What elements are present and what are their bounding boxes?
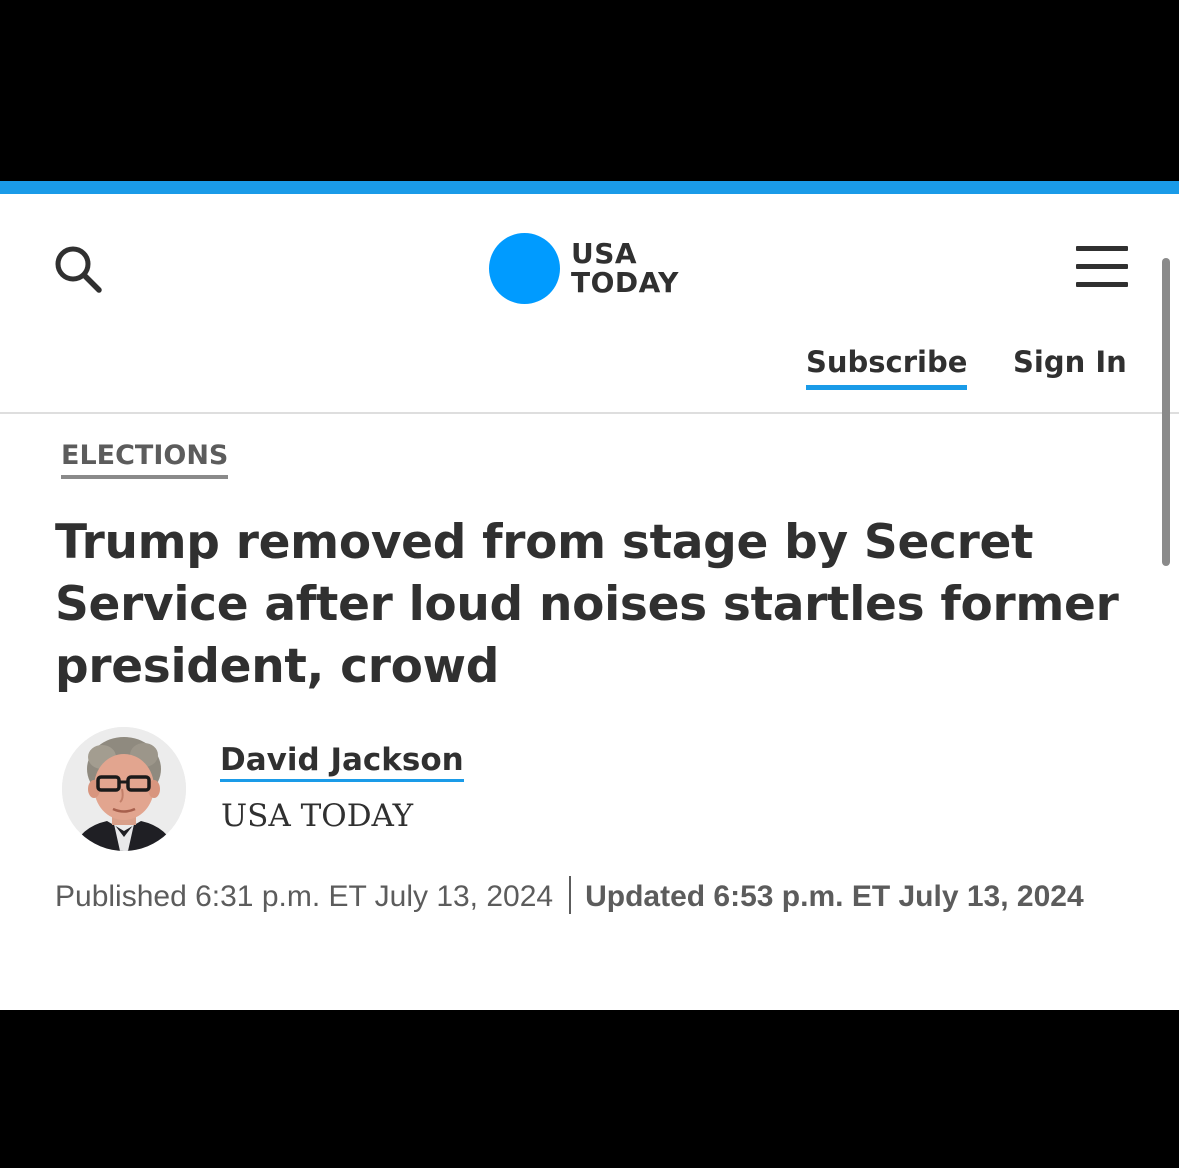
logo-line-1: USA [571, 237, 638, 270]
section-label-elections[interactable]: ELECTIONS [61, 440, 229, 479]
logo-dot [489, 232, 560, 304]
bottom-letterbox [0, 1010, 1179, 1168]
published-timestamp: Published 6:31 p.m. ET July 13, 2024 [55, 880, 554, 913]
article-dateline: Published 6:31 p.m. ET July 13, 2024 Upda… [55, 876, 1135, 917]
author-outlet: USA TODAY [221, 798, 414, 834]
logo-line-2: TODAY [571, 266, 679, 299]
updated-timestamp: Updated 6:53 p.m. ET July 13, 2024 [585, 880, 1084, 913]
top-letterbox [0, 0, 1179, 181]
logo-wordmark: USA TODAY [571, 239, 679, 297]
sign-in-link[interactable]: Sign In [1013, 345, 1127, 379]
scrollbar[interactable] [1162, 258, 1170, 566]
usa-today-logo[interactable]: USA TODAY [489, 232, 679, 304]
dateline-separator [569, 876, 572, 914]
subscribe-link[interactable]: Subscribe [806, 345, 968, 390]
header-divider [0, 412, 1179, 414]
brand-accent-bar [0, 181, 1179, 194]
article-headline: Trump removed from stage by Secret Servi… [55, 515, 1119, 694]
author-portrait-image [62, 727, 186, 851]
search-icon[interactable] [53, 244, 103, 294]
author-avatar [62, 727, 186, 851]
hamburger-menu-icon[interactable] [1076, 246, 1128, 288]
author-name-link[interactable]: David Jackson [220, 742, 464, 782]
